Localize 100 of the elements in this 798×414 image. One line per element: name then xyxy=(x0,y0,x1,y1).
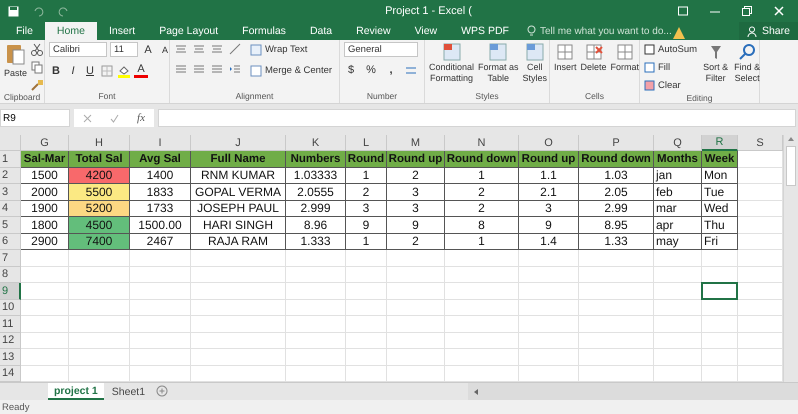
row-header[interactable]: 13 xyxy=(0,349,21,366)
ribbon-tab[interactable]: Page Layout xyxy=(147,22,230,40)
orientation-icon[interactable] xyxy=(228,42,242,56)
column-header[interactable]: Q xyxy=(654,135,702,151)
column-header[interactable]: K xyxy=(286,135,346,151)
save-icon[interactable] xyxy=(8,6,19,16)
currency-button[interactable]: $ xyxy=(344,64,358,76)
column-header[interactable]: N xyxy=(445,135,519,151)
table-cell: 1733 xyxy=(130,200,191,217)
table-cell: GOPAL VERMA xyxy=(191,184,286,200)
merge-center-button[interactable]: Merge & Center xyxy=(250,63,332,78)
name-box[interactable]: R9 xyxy=(0,109,70,127)
row-header[interactable]: 1 xyxy=(0,151,21,168)
table-cell: 2.999 xyxy=(286,200,346,217)
table-cell: Mon xyxy=(702,168,738,184)
cells-button[interactable]: Format xyxy=(610,42,640,73)
row-header[interactable]: 6 xyxy=(0,234,21,250)
table-cell: 8.95 xyxy=(579,217,654,234)
column-header[interactable]: I xyxy=(130,135,191,151)
editing-button[interactable]: Clear xyxy=(644,78,698,93)
table-style-icon xyxy=(442,42,462,62)
borders-icon[interactable] xyxy=(100,64,114,78)
shrink-font-button[interactable]: A xyxy=(158,44,172,54)
style-button[interactable]: Cell Styles xyxy=(522,42,548,84)
row-header[interactable]: 11 xyxy=(0,316,21,332)
column-header[interactable]: L xyxy=(346,135,387,151)
window-title: Project 1 - Excel ( xyxy=(385,5,472,17)
editing-button[interactable]: Sort & Filter xyxy=(703,42,728,84)
font-name-field[interactable]: Calibri xyxy=(49,42,107,57)
column-header[interactable]: R xyxy=(702,135,738,151)
brush-icon[interactable] xyxy=(30,78,44,92)
column-header[interactable]: P xyxy=(579,135,654,151)
style-button[interactable]: Conditional Formatting xyxy=(429,42,474,84)
column-header[interactable]: M xyxy=(387,135,445,151)
cells-button[interactable]: Delete xyxy=(580,42,607,73)
paste-button[interactable]: Paste xyxy=(4,42,28,79)
row-header[interactable]: 4 xyxy=(0,200,21,217)
ribbon-tab[interactable]: View xyxy=(402,22,450,40)
bold-button[interactable]: B xyxy=(49,64,63,76)
editing-button[interactable]: AutoSum xyxy=(644,42,698,57)
row-header[interactable]: 7 xyxy=(0,250,21,266)
grow-font-button[interactable]: A xyxy=(141,44,155,56)
share-button[interactable]: Share xyxy=(738,22,798,40)
copy-icon[interactable] xyxy=(30,60,44,74)
table-cell: feb xyxy=(654,184,702,200)
row-header[interactable]: 9 xyxy=(0,283,21,300)
select-all-corner[interactable] xyxy=(0,135,21,151)
formula-input[interactable] xyxy=(158,109,796,127)
cells-button[interactable]: Insert xyxy=(554,42,577,73)
row-header[interactable]: 3 xyxy=(0,184,21,200)
row-header[interactable]: 12 xyxy=(0,332,21,349)
ribbon-tab[interactable]: WPS PDF xyxy=(449,22,521,40)
row-header[interactable]: 2 xyxy=(0,168,21,184)
editing-icon xyxy=(644,44,655,55)
scroll-thumb[interactable] xyxy=(786,146,796,186)
sheet-tab[interactable]: Sheet1 xyxy=(106,383,152,400)
fill-color-icon[interactable] xyxy=(117,64,131,78)
table-cell: 2 xyxy=(387,234,445,250)
group-label: Editing xyxy=(686,93,712,103)
editing-button[interactable]: Fill xyxy=(644,60,698,75)
table-cell: 4200 xyxy=(69,168,130,184)
table-cell: 2.05 xyxy=(579,184,654,200)
underline-button[interactable]: U xyxy=(83,64,97,76)
italic-button[interactable]: I xyxy=(66,64,80,76)
ribbon-tab[interactable]: Review xyxy=(344,22,403,40)
undo-icon[interactable] xyxy=(33,6,44,16)
ribbon-tab[interactable]: Home xyxy=(44,22,97,40)
ribbon-tab[interactable]: Insert xyxy=(96,22,148,40)
comma-button[interactable]: , xyxy=(384,64,398,76)
tell-me-field[interactable]: Tell me what you want to do... xyxy=(526,22,672,40)
editing-button[interactable]: Find & Select xyxy=(734,42,760,84)
column-header[interactable]: G xyxy=(21,135,69,151)
font-color-button[interactable]: A xyxy=(134,63,148,78)
row-header[interactable]: 8 xyxy=(0,266,21,283)
scissors-icon[interactable] xyxy=(30,42,44,56)
number-format-field[interactable]: General xyxy=(344,42,418,57)
restore-icon[interactable] xyxy=(742,6,752,16)
ribbon-tab[interactable]: File xyxy=(4,22,45,40)
scroll-left-icon[interactable] xyxy=(472,388,480,396)
cancel-icon[interactable] xyxy=(83,114,92,122)
percent-button[interactable]: % xyxy=(364,64,378,76)
style-button[interactable]: Format as Table xyxy=(478,42,519,84)
wrap-text-button[interactable]: Wrap Text xyxy=(250,42,332,57)
redo-icon[interactable] xyxy=(58,6,69,16)
group-label: Font xyxy=(98,91,116,103)
column-header[interactable]: S xyxy=(738,135,783,151)
column-header[interactable]: O xyxy=(519,135,579,151)
font-size-field[interactable]: 11 xyxy=(110,42,138,57)
sheet-tab[interactable]: project 1 xyxy=(48,383,104,400)
column-header[interactable]: J xyxy=(191,135,286,151)
check-icon[interactable] xyxy=(110,114,120,122)
ribbon-tab[interactable]: Data xyxy=(298,22,344,40)
row-header[interactable]: 5 xyxy=(0,217,21,234)
row-header[interactable]: 14 xyxy=(0,366,21,382)
column-header[interactable]: H xyxy=(69,135,130,151)
ribbon-options-icon[interactable] xyxy=(678,6,688,16)
row-header[interactable]: 10 xyxy=(0,300,21,316)
insert-function-button[interactable]: fx xyxy=(137,112,145,124)
close-icon[interactable] xyxy=(774,6,784,16)
ribbon-tab[interactable]: Formulas xyxy=(230,22,298,40)
